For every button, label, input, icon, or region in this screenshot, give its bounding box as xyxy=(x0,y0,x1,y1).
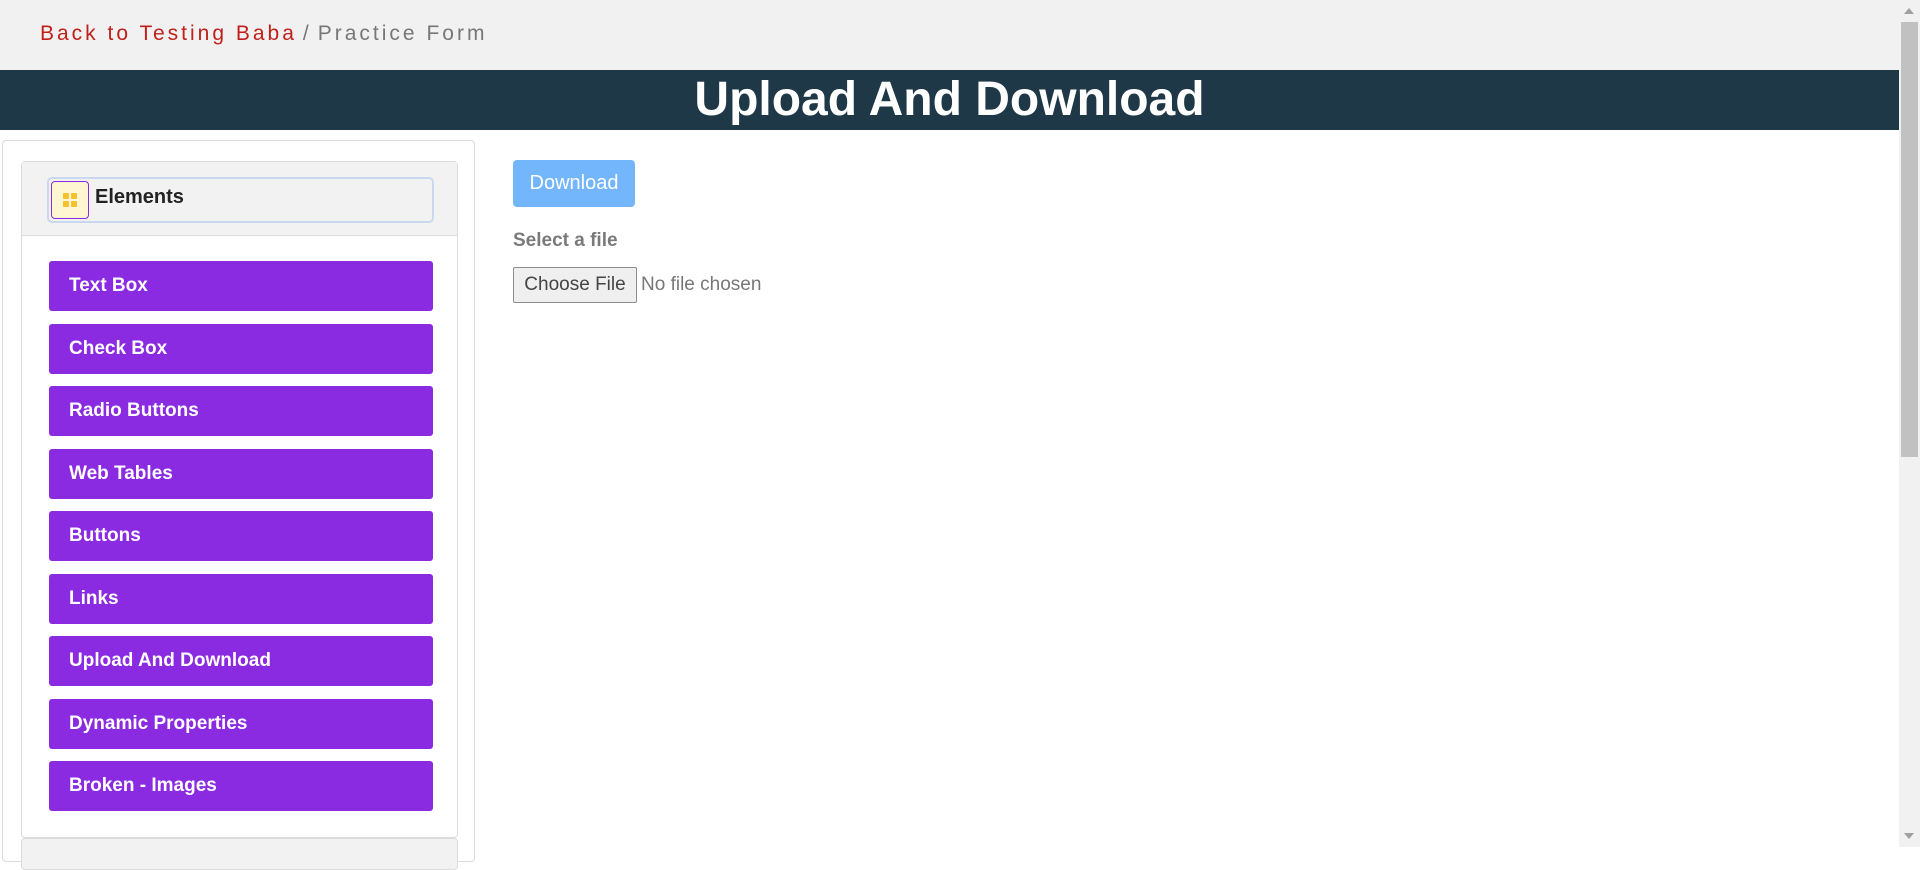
elements-group: Elements Text Box Check Box Radio Button… xyxy=(21,161,458,838)
vertical-scrollbar[interactable] xyxy=(1899,0,1920,847)
breadcrumb: Back to Testing Baba / Practice Form xyxy=(40,22,487,46)
scroll-up-arrow-icon[interactable] xyxy=(1904,8,1914,14)
sidebar-item-buttons[interactable]: Buttons xyxy=(49,511,433,561)
sidebar-item-radio-buttons[interactable]: Radio Buttons xyxy=(49,386,433,436)
no-file-chosen-text: No file chosen xyxy=(641,274,762,295)
sidebar-item-web-tables[interactable]: Web Tables xyxy=(49,449,433,499)
sidebar-item-links[interactable]: Links xyxy=(49,574,433,624)
elements-group-header-box[interactable]: Elements xyxy=(47,177,434,223)
select-file-label: Select a file xyxy=(513,230,618,251)
page-banner: Upload And Download xyxy=(0,70,1899,130)
sidebar-item-upload-and-download[interactable]: Upload And Download xyxy=(49,636,433,686)
sidebar-item-dynamic-properties[interactable]: Dynamic Properties xyxy=(49,699,433,749)
sidebar: Elements Text Box Check Box Radio Button… xyxy=(2,140,475,870)
next-group-header[interactable] xyxy=(21,838,458,870)
sidebar-item-broken-images[interactable]: Broken - Images xyxy=(49,761,433,811)
choose-file-button[interactable]: Choose File xyxy=(513,267,637,303)
scroll-down-arrow-icon[interactable] xyxy=(1904,833,1914,839)
elements-group-title: Elements xyxy=(95,186,184,208)
scrollbar-thumb[interactable] xyxy=(1901,22,1918,457)
sidebar-item-check-box[interactable]: Check Box xyxy=(49,324,433,374)
elements-group-header[interactable]: Elements xyxy=(22,162,457,236)
page-title: Upload And Download xyxy=(694,73,1205,126)
back-to-testing-baba-link[interactable]: Back to Testing Baba xyxy=(40,22,297,45)
grid-icon xyxy=(51,181,89,219)
sidebar-item-text-box[interactable]: Text Box xyxy=(49,261,433,311)
breadcrumb-current: Practice Form xyxy=(317,22,488,45)
download-button[interactable]: Download xyxy=(513,160,635,207)
top-bar: Back to Testing Baba / Practice Form xyxy=(0,0,1899,70)
breadcrumb-separator: / xyxy=(302,22,312,45)
